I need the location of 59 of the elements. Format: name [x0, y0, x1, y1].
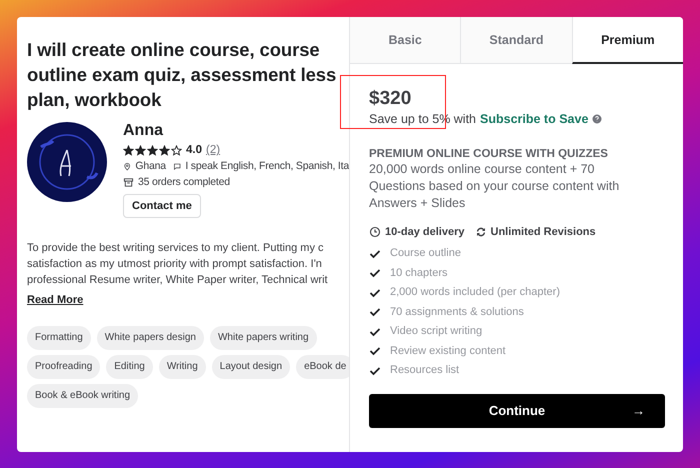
help-icon — [592, 114, 602, 124]
feature-text: Course outline — [390, 246, 461, 261]
avatar-icon — [27, 122, 107, 202]
skill-tag[interactable]: eBook de — [296, 355, 349, 379]
star-icon — [135, 144, 146, 156]
description-text: professional Resume writer, White Paper writer, Technical writ — [27, 273, 329, 288]
skill-tag[interactable]: Formatting — [27, 326, 91, 350]
speech-bubble-icon — [172, 160, 182, 172]
description-text: To provide the best writing services to my client. Putting my c — [27, 241, 325, 256]
country-text: Ghana — [135, 160, 166, 172]
rating-value: 4.0 — [186, 144, 202, 156]
package-heading: PREMIUM ONLINE COURSE WITH QUIZZES — [369, 148, 609, 160]
clock-icon — [369, 226, 381, 238]
package-description: 20,000 words online course content + 70 Questions based on your course content with Answers + Slides — [369, 161, 620, 212]
location-pin-icon — [123, 160, 132, 172]
star-icon — [159, 144, 170, 156]
continue-button[interactable]: Continue → — [369, 394, 665, 428]
delivery-text: 10-day delivery — [385, 226, 464, 238]
feature-text: 10 chapters — [390, 266, 448, 280]
read-more-link[interactable]: Read More — [27, 292, 84, 308]
check-icon — [369, 306, 381, 318]
skill-tag[interactable]: White papers writing — [210, 326, 317, 350]
orders-text: 35 orders completed — [138, 176, 230, 188]
check-icon — [369, 267, 381, 280]
package-tab[interactable]: Basic — [350, 17, 460, 64]
check-icon — [369, 248, 381, 260]
feature-text: Resources list — [390, 363, 460, 378]
check-icon — [369, 364, 381, 377]
skill-tag[interactable]: Editing — [106, 355, 153, 379]
subscribe-link[interactable]: Subscribe to Save — [480, 112, 588, 126]
description-text: satisfaction as my utmost priority with prompt satisfaction. I'n — [27, 257, 323, 272]
skill-tag[interactable]: Writing — [158, 355, 206, 379]
gig-title: I will create online course, course — [27, 38, 321, 62]
revisions-text: Unlimited Revisions — [490, 226, 596, 238]
gig-title: outline exam quiz, assessment less — [27, 63, 338, 87]
gig-title: plan, workbook — [27, 88, 162, 112]
skill-tag[interactable]: Book & eBook writing — [27, 384, 138, 408]
seller-name: Anna — [123, 122, 164, 140]
package-tab[interactable]: Premium — [572, 17, 683, 64]
check-icon — [369, 326, 381, 338]
feature-text: 2,000 words included (per chapter) — [390, 285, 560, 300]
skill-tag[interactable]: White papers design — [96, 326, 204, 350]
package-icon — [123, 176, 134, 188]
star-icon — [147, 144, 158, 156]
feature-text: Review existing content — [390, 344, 506, 358]
languages-text: I speak English, French, Spanish, Ita — [185, 160, 349, 172]
feature-text: 70 assignments & solutions — [390, 304, 524, 320]
star-icon — [123, 144, 134, 156]
price: $320 — [369, 88, 412, 110]
check-icon — [369, 286, 381, 299]
arrow-icon: → — [632, 403, 645, 418]
feature-text: Video script writing — [390, 324, 482, 339]
reviews-link[interactable]: (2) — [206, 144, 220, 156]
skill-tag[interactable]: Proofreading — [27, 355, 100, 379]
check-icon — [369, 345, 381, 358]
contact-button[interactable]: Contact me — [123, 194, 201, 218]
skill-tag[interactable]: Layout design — [212, 355, 290, 379]
refresh-icon — [474, 226, 486, 238]
package-tab[interactable]: Standard — [460, 17, 572, 64]
